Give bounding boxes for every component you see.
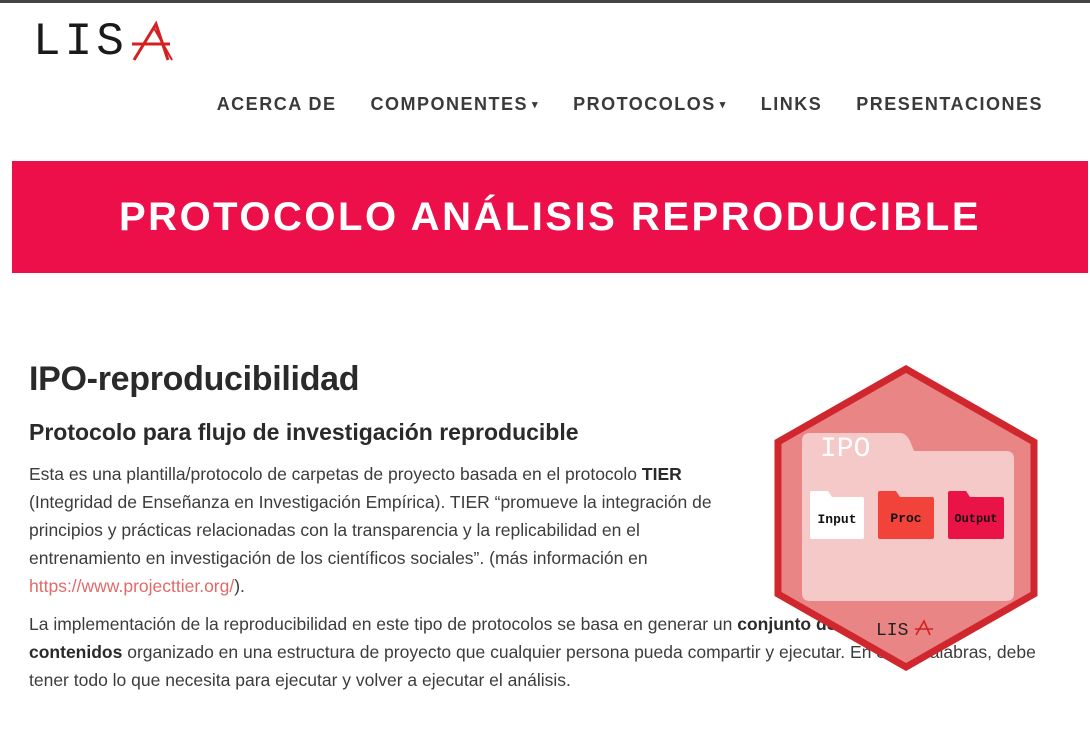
- output-folder-label: Output: [954, 512, 997, 526]
- ipo-hex-logo: IPO Input Proc Output LIS: [774, 365, 1038, 671]
- page-title: PROTOCOLO ANÁLISIS REPRODUCIBLE: [119, 194, 981, 239]
- main-navigation: ACERCA DE COMPONENTES ▾ PROTOCOLOS ▾ LINKS…: [0, 88, 1060, 120]
- logo-text: LIS: [33, 16, 128, 68]
- site-logo[interactable]: LIS: [33, 16, 193, 68]
- input-folder-icon: Input: [810, 491, 864, 539]
- nav-item-componentes[interactable]: COMPONENTES ▾: [354, 94, 557, 115]
- projecttier-link[interactable]: https://www.projecttier.org/: [29, 576, 234, 596]
- nav-item-presentaciones[interactable]: PRESENTACIONES: [839, 94, 1060, 115]
- caret-down-icon: ▾: [532, 99, 540, 112]
- top-border: [0, 0, 1090, 3]
- hex-title: IPO: [820, 434, 870, 465]
- logo-mark-icon: [131, 20, 173, 61]
- nav-item-protocolos[interactable]: PROTOCOLOS ▾: [556, 94, 744, 115]
- output-folder-icon: Output: [948, 491, 1004, 539]
- intro-paragraph: Esta es una plantilla/protocolo de carpe…: [29, 464, 712, 596]
- nav-item-acerca-de[interactable]: ACERCA DE: [200, 94, 354, 115]
- nav-item-links[interactable]: LINKS: [744, 94, 840, 115]
- input-folder-label: Input: [817, 512, 856, 527]
- hex-brand-text: LIS: [876, 621, 908, 641]
- caret-down-icon: ▾: [719, 99, 727, 112]
- page-banner: PROTOCOLO ANÁLISIS REPRODUCIBLE: [12, 161, 1088, 273]
- proc-folder-icon: Proc: [878, 491, 934, 539]
- proc-folder-label: Proc: [890, 511, 921, 526]
